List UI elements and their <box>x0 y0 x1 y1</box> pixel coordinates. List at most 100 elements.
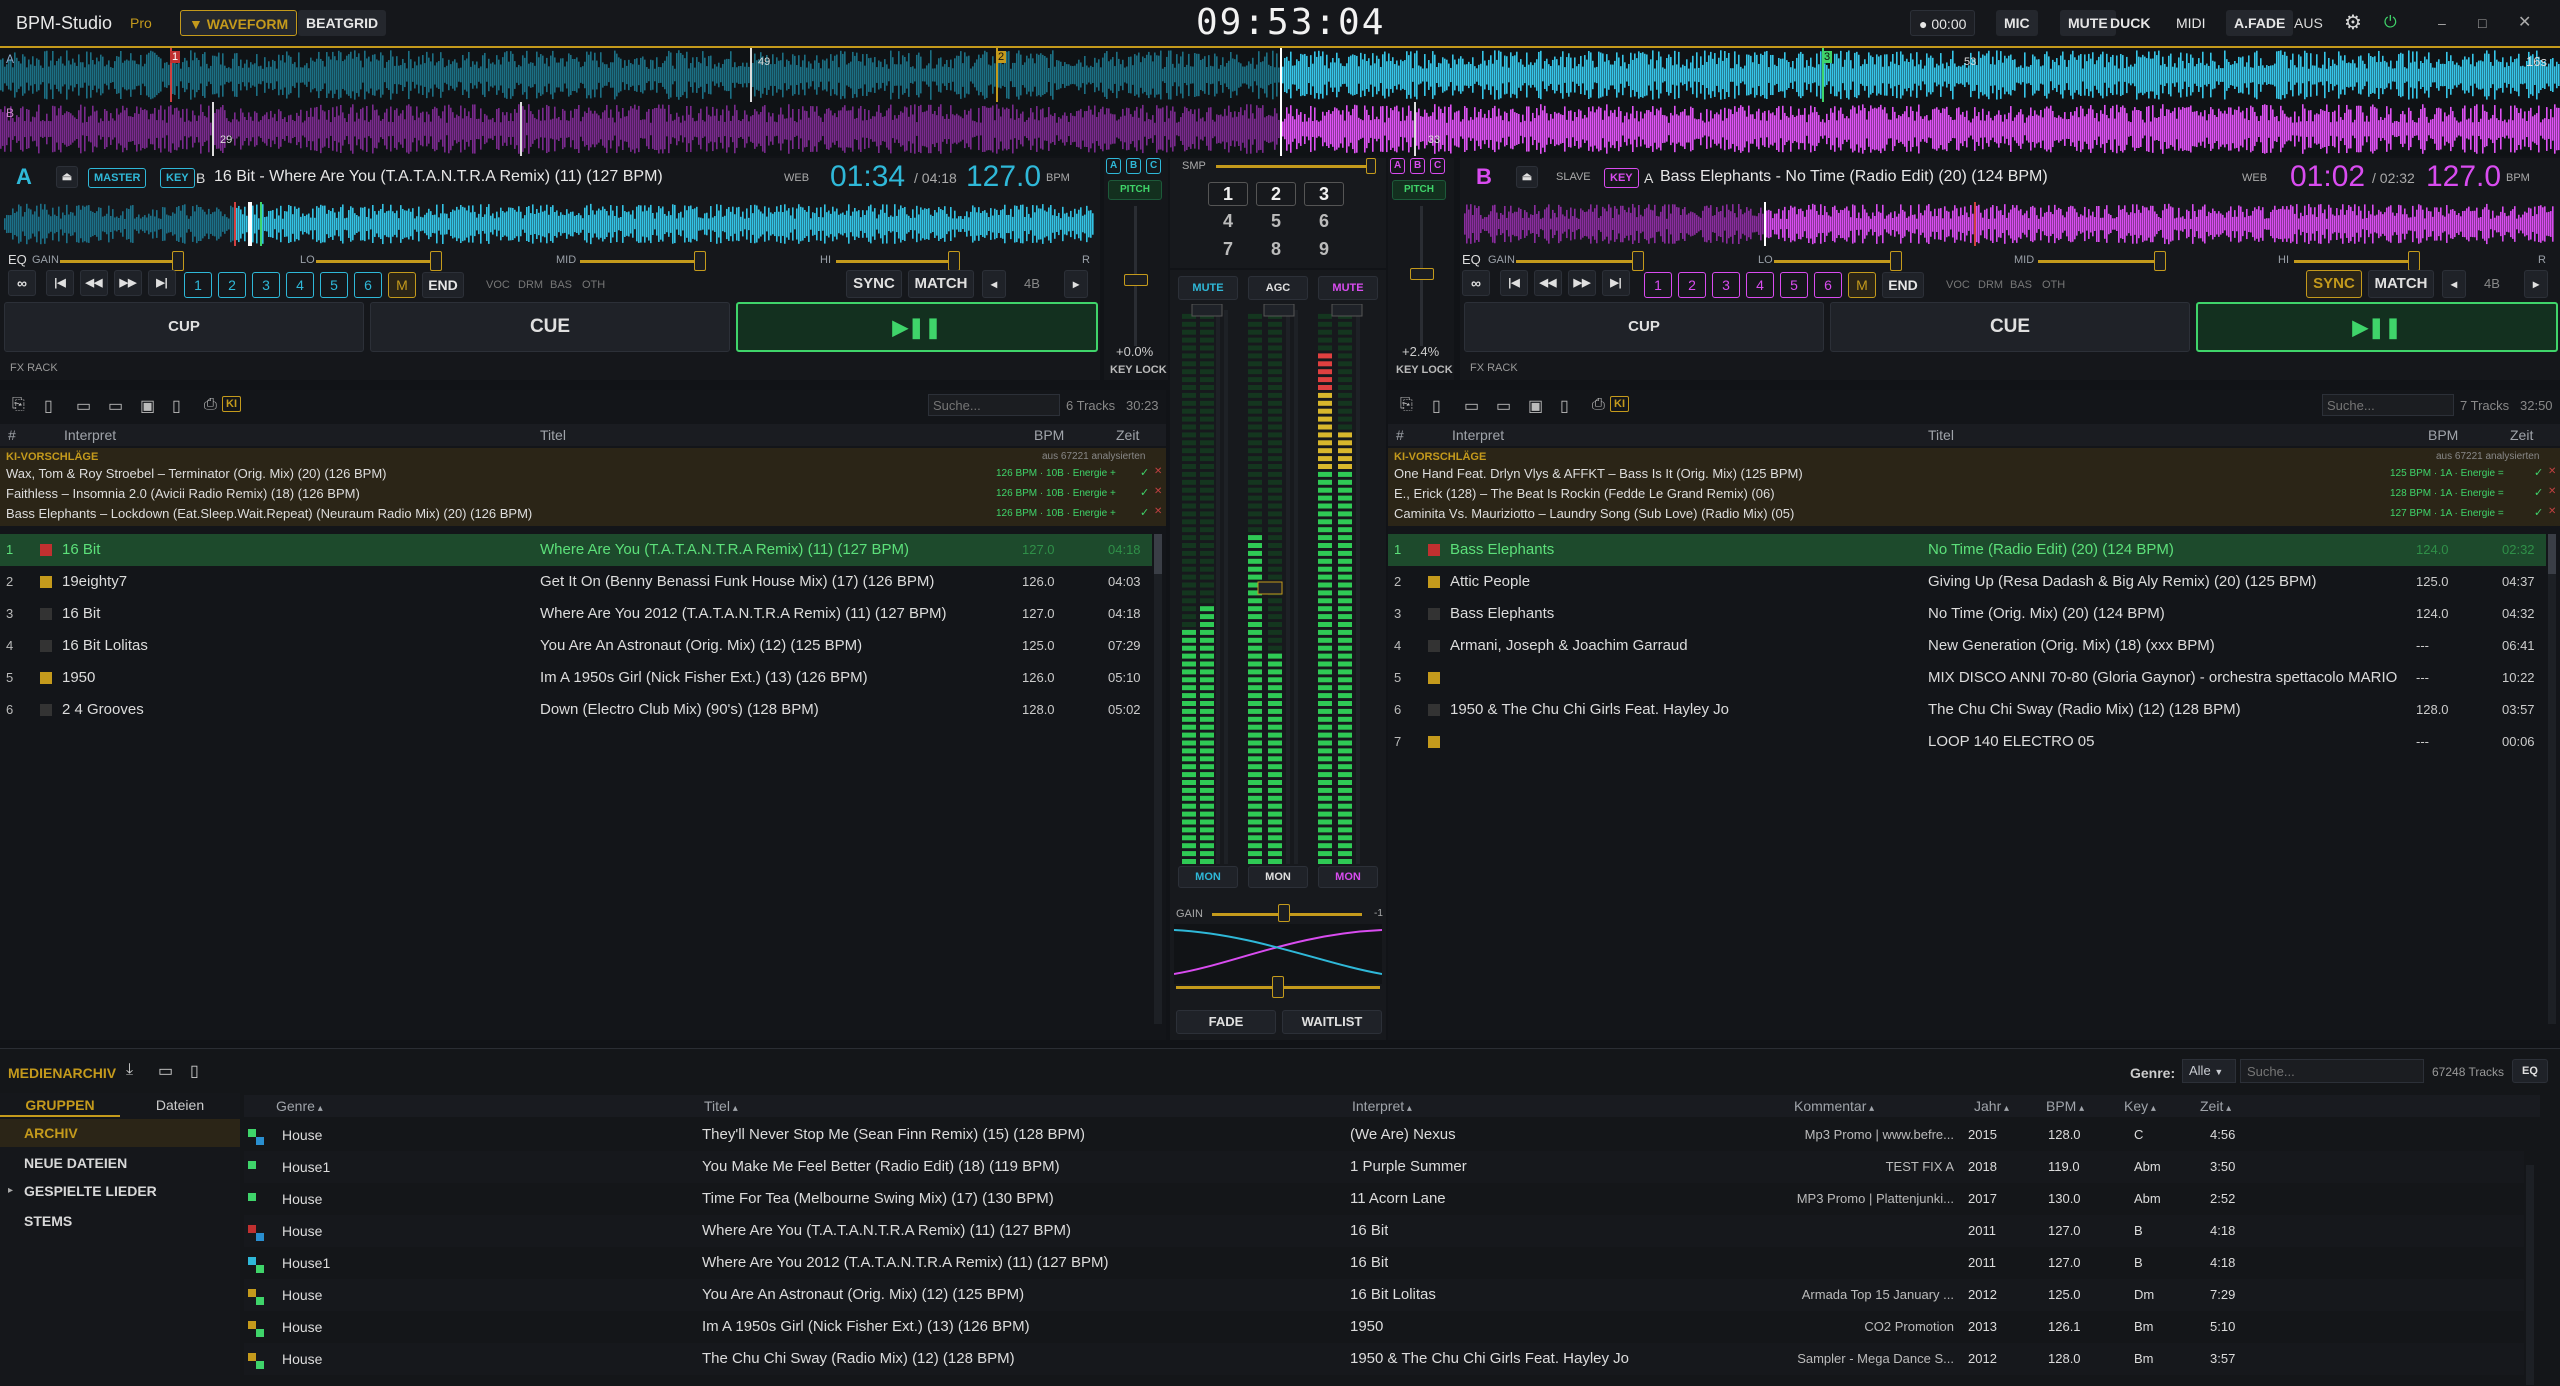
deck-b-stem-bas[interactable]: BAS <box>2010 279 2032 291</box>
deck-b-abc-b[interactable]: B <box>1410 158 1426 174</box>
afade-button[interactable]: A.FADE <box>2226 10 2294 36</box>
deck-b-key-button[interactable]: KEY <box>1604 168 1639 188</box>
sidebar-item-archive[interactable]: ARCHIV <box>24 1125 78 1141</box>
playlist-a-search-input[interactable] <box>928 394 1060 416</box>
deck-b-lo-knob[interactable] <box>1890 251 1902 271</box>
overview-waveform-a[interactable]: A 1 49 2 3 53 16s <box>0 48 2560 102</box>
deck-a-eject-icon[interactable]: ⏏ <box>56 166 78 188</box>
waitlist-button[interactable]: WAITLIST <box>1282 1010 1382 1034</box>
playlist-a-track-row[interactable]: 3 16 Bit Where Are You 2012 (T.A.T.A.N.T.R… <box>0 598 1152 630</box>
playlist-b-search-input[interactable] <box>2322 394 2454 416</box>
deck-a-hotcue-5[interactable]: 5 <box>320 272 348 298</box>
sampler-pad-5[interactable]: 5 <box>1256 210 1296 234</box>
mixer-mon-b-button[interactable]: MON <box>1318 866 1378 888</box>
archive-row[interactable]: House Im A 1950s Girl (Nick Fisher Ext.) … <box>244 1311 2524 1343</box>
sampler-pad-4[interactable]: 4 <box>1208 210 1248 234</box>
deck-b-forward-icon[interactable]: ▶▶ <box>1568 270 1596 296</box>
deck-a-skip-start-icon[interactable]: |◀ <box>46 270 74 296</box>
deck-b-hi-slider[interactable] <box>2294 260 2414 263</box>
deck-a-stem-drm[interactable]: DRM <box>518 279 543 291</box>
playlist-b-track-row[interactable]: 4 Armani, Joseph & Joachim Garraud New Gen… <box>1388 630 2546 662</box>
playlist-b-doc-icon[interactable]: ⎘ <box>1400 396 1413 414</box>
sampler-pad-2[interactable]: 2 <box>1256 182 1296 206</box>
archive-col-bpm[interactable]: BPM ▴ <box>2046 1095 2084 1120</box>
deck-a-m-button[interactable]: M <box>388 272 416 298</box>
sampler-pad-8[interactable]: 8 <box>1256 238 1296 262</box>
deck-b-m-button[interactable]: M <box>1848 272 1876 298</box>
close-icon[interactable]: ✕ <box>2548 506 2556 517</box>
playlist-b-file-icon[interactable]: ▯ <box>1560 396 1569 416</box>
deck-b-r-label[interactable]: R <box>2538 254 2546 266</box>
deck-a-mid-slider[interactable] <box>580 260 700 263</box>
deck-a-pitch-knob[interactable] <box>1124 274 1148 286</box>
deck-b-lo-slider[interactable] <box>1774 260 1894 263</box>
deck-b-gain-slider[interactable] <box>1516 260 1636 263</box>
deck-b-stem-drm[interactable]: DRM <box>1978 279 2003 291</box>
archive-col-genre[interactable]: Genre ▴ <box>276 1095 323 1120</box>
check-icon[interactable]: ✓ <box>1140 486 1149 499</box>
duck-button[interactable]: DUCK <box>2102 10 2158 36</box>
deck-b-abc-a[interactable]: A <box>1390 158 1406 174</box>
deck-b-mid-slider[interactable] <box>2038 260 2158 263</box>
deck-b-fx-rack[interactable]: FX RACK <box>1470 362 1518 374</box>
close-icon[interactable]: ✕ <box>1154 466 1162 477</box>
deck-a-sync-button[interactable]: SYNC <box>846 270 902 298</box>
playlist-b-track-row[interactable]: 3 Bass Elephants No Time (Orig. Mix) (20) … <box>1388 598 2546 630</box>
playlist-b-new-icon[interactable]: ▯ <box>1432 396 1441 416</box>
waveform-button[interactable]: ▼ WAVEFORM <box>180 10 298 36</box>
deck-a-stem-oth[interactable]: OTH <box>582 279 605 291</box>
playlist-b-save-icon[interactable]: ▣ <box>1528 396 1543 416</box>
playlist-b-track-row[interactable]: 5 MIX DISCO ANNI 70-80 (Gloria Gaynor) - … <box>1388 662 2546 694</box>
archive-col-title[interactable]: Titel ▴ <box>704 1095 738 1120</box>
playlist-b-track-row[interactable]: 7 LOOP 140 ELECTRO 05 --- 00:06 <box>1388 726 2546 758</box>
sidebar-item-played-songs[interactable]: GESPIELTE LIEDER <box>24 1183 157 1199</box>
deck-a-hotcue-3[interactable]: 3 <box>252 272 280 298</box>
maximize-icon[interactable]: □ <box>2478 10 2486 36</box>
playlist-b-suggestion[interactable]: E., Erick (128) – The Beat Is Rockin (Fe… <box>1394 486 1775 501</box>
deck-b-loop-up-icon[interactable]: ▸ <box>2524 270 2548 298</box>
check-icon[interactable]: ✓ <box>1140 466 1149 479</box>
deck-a-end-button[interactable]: END <box>422 272 464 298</box>
playlist-a-col-title[interactable]: Titel <box>540 424 566 446</box>
playlist-a-ki-icon[interactable]: KI <box>222 396 241 412</box>
playlist-a-track-row[interactable]: 4 16 Bit Lolitas You Are An Astronaut (Ori… <box>0 630 1152 662</box>
playlist-b-col-artist[interactable]: Interpret <box>1452 424 1504 446</box>
deck-b-skip-start-icon[interactable]: |◀ <box>1500 270 1528 296</box>
deck-b-gain-knob[interactable] <box>1632 251 1644 271</box>
playlist-b-track-row[interactable]: 6 1950 & The Chu Chi Girls Feat. Hayley J… <box>1388 694 2546 726</box>
archive-row[interactable]: House1 Where Are You 2012 (T.A.T.A.N.T.R.… <box>244 1247 2524 1279</box>
midi-button[interactable]: MIDI <box>2168 10 2214 36</box>
deck-b-hotcue-1[interactable]: 1 <box>1644 272 1672 298</box>
deck-a-hi-knob[interactable] <box>948 251 960 271</box>
deck-b-skip-end-icon[interactable]: ▶| <box>1602 270 1630 296</box>
playlist-a-track-row[interactable]: 1 16 Bit Where Are You (T.A.T.A.N.T.R.A Re… <box>0 534 1152 566</box>
playlist-a-col-num[interactable]: # <box>8 424 16 446</box>
check-icon[interactable]: ✓ <box>2534 486 2543 499</box>
deck-a-hotcue-1[interactable]: 1 <box>184 272 212 298</box>
deck-b-key-lock[interactable]: KEY LOCK <box>1396 364 1453 376</box>
deck-a-abc-a[interactable]: A <box>1106 158 1122 174</box>
playlist-a-col-artist[interactable]: Interpret <box>64 424 116 446</box>
deck-b-zoom-waveform[interactable] <box>1464 202 2554 246</box>
playlist-a-track-row[interactable]: 6 2 4 Grooves Down (Electro Club Mix) (90'… <box>0 694 1152 726</box>
deck-b-mid-knob[interactable] <box>2154 251 2166 271</box>
archive-col-key[interactable]: Key ▴ <box>2124 1095 2156 1120</box>
deck-a-skip-end-icon[interactable]: ▶| <box>148 270 176 296</box>
crossfader-curve[interactable] <box>1174 924 1382 984</box>
archive-col-comment[interactable]: Kommentar ▴ <box>1794 1095 1874 1120</box>
deck-a-r-label[interactable]: R <box>1082 254 1090 266</box>
sampler-pad-9[interactable]: 9 <box>1304 238 1344 262</box>
deck-a-play-button[interactable]: ▶❚❚ <box>736 302 1098 352</box>
archive-row[interactable]: House They'll Never Stop Me (Sean Finn Re… <box>244 1119 2524 1151</box>
deck-b-hotcue-3[interactable]: 3 <box>1712 272 1740 298</box>
mixer-mon-master-button[interactable]: MON <box>1248 866 1308 888</box>
deck-b-match-button[interactable]: MATCH <box>2368 270 2434 298</box>
playlist-b-folder2-icon[interactable]: ▭ <box>1496 396 1511 416</box>
playlist-a-suggestion[interactable]: Faithless – Insomnia 2.0 (Avicii Radio R… <box>6 486 360 501</box>
deck-a-cup-button[interactable]: CUP <box>4 302 364 352</box>
overview-waveform-b[interactable]: B 29 33 <box>0 102 2560 156</box>
deck-a-hi-slider[interactable] <box>836 260 956 263</box>
sampler-pad-7[interactable]: 7 <box>1208 238 1248 262</box>
deck-b-hotcue-4[interactable]: 4 <box>1746 272 1774 298</box>
playlist-a-track-row[interactable]: 2 19eighty7 Get It On (Benny Benassi Funk … <box>0 566 1152 598</box>
